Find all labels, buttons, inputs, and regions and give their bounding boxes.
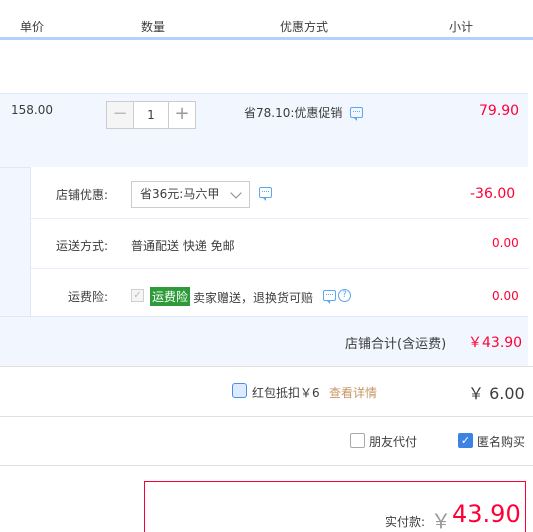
- friend-pay-checkbox[interactable]: [350, 433, 365, 448]
- redpack-checkbox[interactable]: [232, 383, 247, 398]
- shop-total-value: ￥43.90: [468, 335, 523, 351]
- view-details-link[interactable]: 查看详情: [329, 384, 377, 401]
- header-discount-method: 优惠方式: [280, 20, 329, 34]
- message-icon[interactable]: [350, 107, 364, 121]
- anonymous-label: 匿名购买: [477, 435, 526, 449]
- divider: [31, 268, 529, 269]
- header-divider: [0, 37, 533, 39]
- item-promotion: 省78.10:优惠促销: [244, 104, 364, 121]
- insurance-label: 运费险:: [68, 290, 109, 304]
- redpack-amount: ￥ 6.00: [468, 384, 525, 403]
- friend-pay-label: 朋友代付: [369, 435, 418, 449]
- options-row: [0, 416, 533, 466]
- chevron-down-icon: [230, 187, 242, 199]
- insurance-checkbox[interactable]: ✓: [131, 289, 144, 302]
- help-icon[interactable]: ?: [338, 289, 351, 302]
- shop-discount-label: 店铺优惠:: [56, 188, 109, 202]
- shop-total-row: [0, 316, 528, 366]
- promotion-text: 省78.10:优惠促销: [244, 106, 343, 120]
- divider: [31, 218, 529, 219]
- header-quantity: 数量: [141, 20, 166, 34]
- anonymous-checkbox[interactable]: ✓: [458, 433, 473, 448]
- payment-label: 实付款:: [385, 515, 426, 529]
- header-unit-price: 单价: [20, 20, 45, 34]
- shipping-amount: 0.00: [492, 236, 519, 250]
- header-subtotal: 小计: [449, 20, 474, 34]
- quantity-stepper: − 1 +: [106, 101, 196, 129]
- message-icon[interactable]: [259, 187, 272, 201]
- insurance-badge: 运费险: [150, 287, 191, 306]
- redpack-text: 红包抵扣￥6: [252, 386, 320, 400]
- table-header: 单价 数量 优惠方式 小计: [0, 0, 533, 40]
- shipping-method: 普通配送 快递 免邮: [131, 239, 235, 253]
- currency-symbol: ￥: [431, 509, 451, 532]
- shop-discount-select[interactable]: 省36元:马六甲: [131, 181, 250, 208]
- message-icon[interactable]: [323, 290, 336, 304]
- insurance-amount: 0.00: [492, 289, 519, 303]
- insurance-icons: ?: [323, 289, 351, 304]
- shipping-label: 运送方式:: [56, 239, 109, 253]
- insurance-text: 卖家赠送，退换货可赔: [193, 291, 314, 305]
- shop-discount-amount: -36.00: [470, 186, 516, 202]
- increase-quantity-button[interactable]: +: [168, 101, 196, 129]
- payment-amount: 43.90: [452, 500, 521, 528]
- item-subtotal: 79.90: [479, 103, 520, 119]
- shop-discount-selected: 省36元:马六甲: [140, 187, 220, 201]
- shop-total-label: 店铺合计(含运费): [345, 337, 447, 352]
- decrease-quantity-button[interactable]: −: [106, 101, 134, 129]
- quantity-input[interactable]: 1: [134, 101, 168, 129]
- unit-price: 158.00: [11, 103, 53, 117]
